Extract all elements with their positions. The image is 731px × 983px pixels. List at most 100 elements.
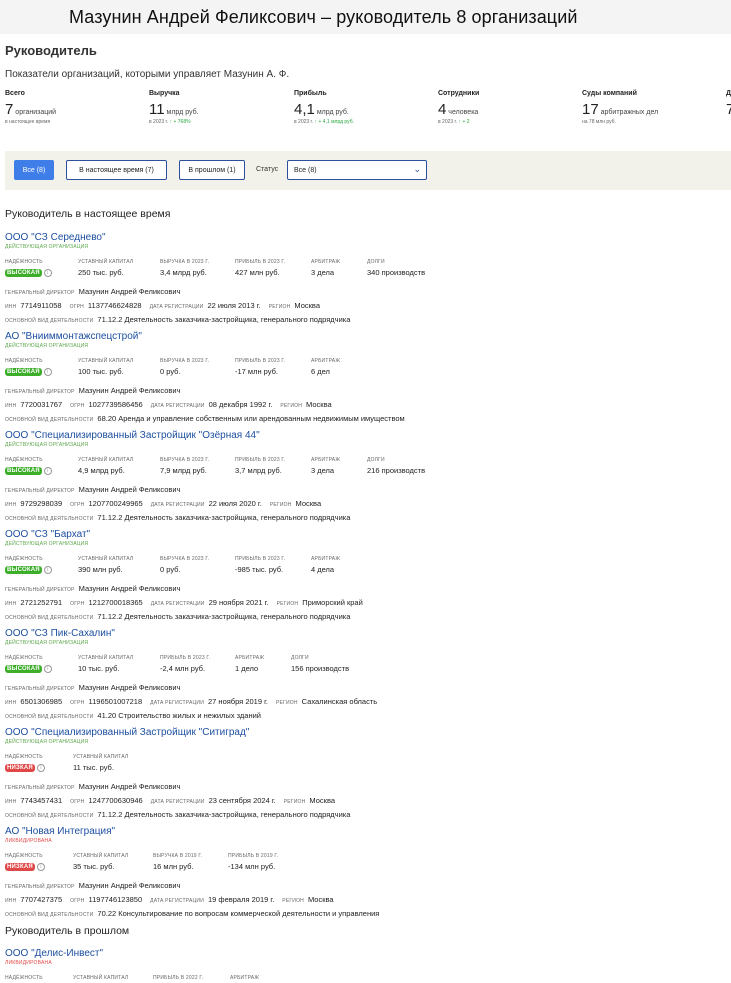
- director-line: ГЕНЕРАЛЬНЫЙ ДИРЕКТОР Мазунин Андрей Фелик…: [5, 287, 181, 296]
- debts-cell[interactable]: ДОЛГИ 340 производств: [367, 259, 425, 278]
- ogrn-value: 1207700249965: [88, 499, 143, 508]
- activity-line: ОСНОВНОЙ ВИД ДЕЯТЕЛЬНОСТИ 68.20 Аренда и …: [5, 414, 405, 423]
- org-name-link[interactable]: ООО "СЗ Пик-Сахалин": [5, 628, 725, 640]
- director-link[interactable]: Мазунин Андрей Феликсович: [79, 683, 181, 692]
- reg-date-value: 19 февраля 2019 г.: [208, 895, 275, 904]
- info-icon[interactable]: i: [43, 467, 52, 476]
- status-select[interactable]: Все (8) ⌄: [287, 160, 427, 180]
- org-status: ДЕЙСТВУЮЩАЯ ОРГАНИЗАЦИЯ: [5, 640, 89, 646]
- org-status: ДЕЙСТВУЮЩАЯ ОРГАНИЗАЦИЯ: [5, 541, 89, 547]
- revenue-cell: ВЫРУЧКА В 2023 Г. 0 руб.: [160, 556, 210, 574]
- director-link[interactable]: Мазунин Андрей Феликсович: [79, 485, 181, 494]
- activity-value: 71.12.2 Деятельность заказчика-застройщи…: [97, 513, 351, 522]
- arbitration-cell[interactable]: АРБИТРАЖ 6 дел: [311, 358, 340, 377]
- subtitle: Показатели организаций, которыми управля…: [5, 69, 290, 80]
- inn-value: 2721252791: [20, 598, 63, 607]
- stat-courts[interactable]: Суды компаний 17 арбитражных дел на 78 м…: [582, 90, 658, 125]
- reg-date-value: 23 сентября 2024 г.: [208, 796, 276, 805]
- registration-line: ИНН 7743457431 ОГРН 1247700630946 ДАТА РЕГИС…: [5, 796, 336, 805]
- inn-value: 6501306985: [20, 697, 63, 706]
- org-name-link[interactable]: ООО "Делис-Инвест": [5, 948, 725, 960]
- stat-revenue[interactable]: Выручка 11 млрд руб. в 2023 г. ↑ + 768%: [149, 90, 199, 125]
- info-icon[interactable]: i: [43, 269, 52, 278]
- reg-date-value: 27 ноября 2019 г.: [208, 697, 268, 706]
- reliability-badge: ВЫСОКАЯ: [5, 467, 42, 476]
- region-value: Москва: [294, 301, 320, 310]
- info-icon[interactable]: i: [36, 764, 45, 773]
- reg-date-value: 22 июля 2013 г.: [207, 301, 261, 310]
- filter-current-button[interactable]: В настоящее время (7): [66, 160, 167, 180]
- top-bar: Мазунин Андрей Феликсович – руководитель…: [0, 0, 731, 34]
- activity-line: ОСНОВНОЙ ВИД ДЕЯТЕЛЬНОСТИ 71.12.2 Деятель…: [5, 612, 351, 621]
- capital-cell: УСТАВНЫЙ КАПИТАЛ 390 млн руб.: [78, 556, 134, 574]
- revenue-cell: ВЫРУЧКА В 2023 Г. 0 руб.: [160, 358, 210, 376]
- filter-past-button[interactable]: В прошлом (1): [179, 160, 245, 180]
- activity-line: ОСНОВНОЙ ВИД ДЕЯТЕЛЬНОСТИ 41.20 Строитель…: [5, 711, 261, 720]
- capital-cell: УСТАВНЫЙ КАПИТАЛ 250 тыс. руб.: [78, 259, 134, 277]
- reg-date-value: 29 ноября 2021 г.: [208, 598, 269, 607]
- info-icon[interactable]: i: [43, 665, 52, 674]
- section-heading: Руководитель: [5, 43, 97, 58]
- profit-cell: ПРИБЫЛЬ В 2023 Г. -17 млн руб.: [235, 358, 286, 376]
- reliability-badge: НИЗКАЯ: [5, 863, 35, 872]
- director-line: ГЕНЕРАЛЬНЫЙ ДИРЕКТОР Мазунин Андрей Фелик…: [5, 485, 181, 494]
- debts-cell[interactable]: ДОЛГИ 156 производств: [291, 655, 349, 674]
- ogrn-value: 1197746123850: [88, 895, 143, 904]
- org-name-link[interactable]: АО "Новая Интеграция": [5, 826, 725, 838]
- info-icon[interactable]: i: [43, 566, 52, 575]
- filter-all-button[interactable]: Все (8): [14, 160, 54, 180]
- activity-line: ОСНОВНОЙ ВИД ДЕЯТЕЛЬНОСТИ 71.12.2 Деятель…: [5, 513, 351, 522]
- activity-line: ОСНОВНОЙ ВИД ДЕЯТЕЛЬНОСТИ 70.22 Консульти…: [5, 909, 380, 918]
- director-line: ГЕНЕРАЛЬНЫЙ ДИРЕКТОР Мазунин Андрей Фелик…: [5, 386, 181, 395]
- org-status: ДЕЙСТВУЮЩАЯ ОРГАНИЗАЦИЯ: [5, 442, 89, 448]
- info-icon[interactable]: i: [43, 368, 52, 377]
- profit-cell: ПРИБЫЛЬ В 2023 Г. 3,7 млрд руб.: [235, 457, 286, 475]
- director-link[interactable]: Мазунин Андрей Феликсович: [79, 386, 181, 395]
- stat-profit[interactable]: Прибыль 4,1 млрд руб. в 2023 г. ↑ + 4,1 …: [294, 90, 354, 125]
- director-link[interactable]: Мазунин Андрей Феликсович: [79, 881, 181, 890]
- reliability-badge: ВЫСОКАЯ: [5, 665, 42, 674]
- org-name-link[interactable]: ООО "Специализированный Застройщик "Озёр…: [5, 430, 725, 442]
- arbitration-cell[interactable]: АРБИТРАЖ 4 дела: [311, 556, 340, 575]
- org-card: ООО "СЗ Середнево" ДЕЙСТВУЮЩАЯ ОРГАНИЗАЦИ…: [5, 232, 725, 326]
- reliability-cell: НАДЁЖНОСТЬ ВЫСОКАЯ i: [5, 655, 52, 674]
- stat-employees[interactable]: Сотрудники 4 человека в 2023 г. ↑ + 2: [438, 90, 479, 125]
- capital-cell: УСТАВНЫЙ КАПИТАЛ 10 тыс. руб.: [78, 655, 134, 673]
- reliability-badge: ВЫСОКАЯ: [5, 269, 42, 278]
- section-past-title: Руководитель в прошлом: [5, 925, 130, 937]
- director-line: ГЕНЕРАЛЬНЫЙ ДИРЕКТОР Мазунин Андрей Фелик…: [5, 584, 181, 593]
- org-name-link[interactable]: ООО "СЗ Середнево": [5, 232, 725, 244]
- region-value: Москва: [309, 796, 336, 805]
- reliability-cell: НАДЁЖНОСТЬ ВЫСОКАЯ i: [5, 259, 52, 278]
- director-link[interactable]: Мазунин Андрей Феликсович: [79, 287, 181, 296]
- stat-debts-partial[interactable]: Д 7: [726, 90, 731, 118]
- director-link[interactable]: Мазунин Андрей Феликсович: [79, 584, 181, 593]
- org-card: АО "Новая Интеграция" ЛИКВИДИРОВАНА НАДЁЖН…: [5, 826, 725, 920]
- info-icon[interactable]: i: [36, 863, 45, 872]
- region-value: Сахалинская область: [301, 697, 378, 706]
- activity-value: 68.20 Аренда и управление собственным ил…: [97, 414, 405, 423]
- activity-value: 41.20 Строительство жилых и нежилых здан…: [97, 711, 261, 720]
- inn-value: 7714911058: [20, 301, 62, 310]
- org-name-link[interactable]: ООО "Специализированный Застройщик "Сити…: [5, 727, 725, 739]
- arbitration-cell[interactable]: АРБИТРАЖ 3 дела: [311, 457, 340, 476]
- org-status: ДЕЙСТВУЮЩАЯ ОРГАНИЗАЦИЯ: [5, 739, 89, 745]
- capital-cell: УСТАВНЫЙ КАПИТАЛ 4,9 млрд руб.: [78, 457, 134, 475]
- reliability-cell: НАДЁЖНОСТЬ ВЫСОКАЯ i: [5, 556, 52, 575]
- director-link[interactable]: Мазунин Андрей Феликсович: [79, 782, 181, 791]
- org-card: ООО "Специализированный Застройщик "Озёр…: [5, 430, 725, 524]
- ogrn-value: 1196501007218: [88, 697, 143, 706]
- activity-value: 71.12.2 Деятельность заказчика-застройщи…: [97, 612, 351, 621]
- arbitration-cell[interactable]: АРБИТРАЖ 1 дело: [235, 655, 264, 674]
- activity-value: 71.12.2 Деятельность заказчика-застройщи…: [97, 810, 351, 819]
- capital-cell: УСТАВНЫЙ КАПИТАЛ 11 тыс. руб.: [73, 754, 129, 772]
- org-name-link[interactable]: ООО "СЗ "Бархат": [5, 529, 725, 541]
- section-current-title: Руководитель в настоящее время: [5, 208, 171, 220]
- director-line: ГЕНЕРАЛЬНЫЙ ДИРЕКТОР Мазунин Андрей Фелик…: [5, 683, 181, 692]
- arbitration-cell[interactable]: АРБИТРАЖ 3 дела: [311, 259, 340, 278]
- debts-cell[interactable]: ДОЛГИ 216 производств: [367, 457, 425, 476]
- chevron-down-icon: ⌄: [413, 164, 421, 174]
- page-title: Мазунин Андрей Феликсович – руководитель…: [69, 6, 578, 27]
- org-name-link[interactable]: АО "Внииммонтажспецстрой": [5, 331, 725, 343]
- capital-cell: УСТАВНЫЙ КАПИТАЛ 100 тыс. руб.: [78, 358, 134, 376]
